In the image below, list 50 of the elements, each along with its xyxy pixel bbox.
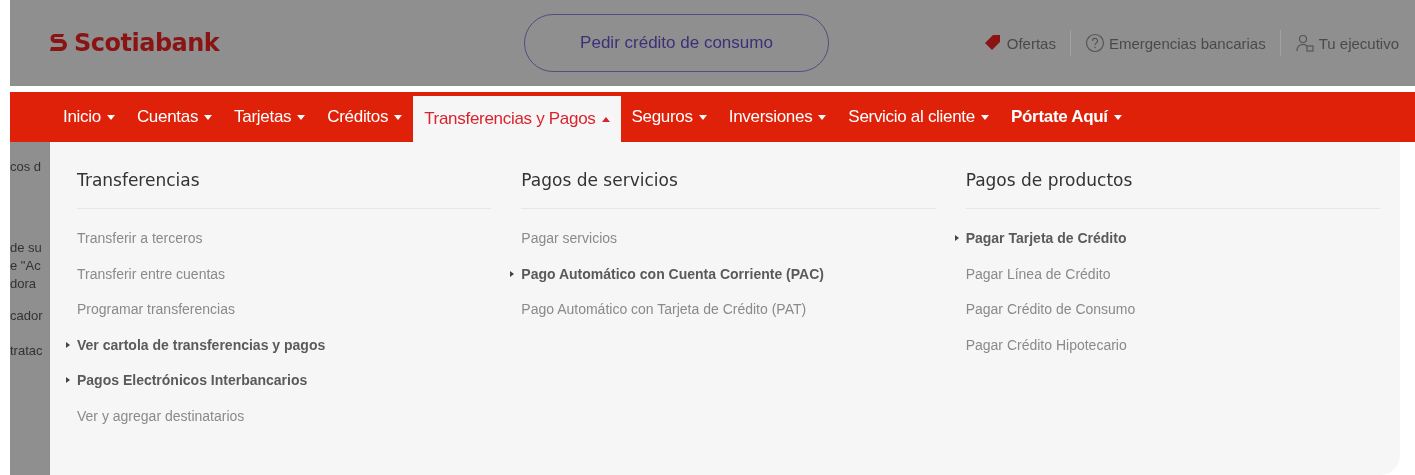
caret-icon	[204, 114, 213, 120]
caret-icon	[394, 114, 403, 120]
menu-heading: Pagos de productos	[965, 162, 1380, 209]
help-icon	[1084, 33, 1105, 53]
page-text-fragment: de su	[10, 239, 42, 257]
menu-link[interactable]: Pagar Crédito Hipotecario	[965, 335, 1380, 354]
nav-tab[interactable]: Transferencias y Pagos	[413, 96, 621, 142]
menu-link[interactable]: Pagar Línea de Crédito	[965, 264, 1380, 283]
nav-tab[interactable]: Inicio	[52, 92, 126, 142]
menu-link[interactable]: Pago Automático con Tarjeta de Crédito (PAT)	[521, 300, 936, 318]
menu-link[interactable]: Pagar servicios	[521, 229, 936, 247]
page-text-fragment: e "Ac	[10, 257, 41, 275]
page-text-fragment: cos d	[10, 158, 42, 176]
page-text-fragment: tratac	[10, 342, 43, 360]
menu-link[interactable]: Transferir entre cuentas	[77, 264, 492, 283]
nav-tab[interactable]: Créditos	[316, 92, 414, 142]
menu-link[interactable]: Pago Automático con Cuenta Corriente (PAC)	[521, 264, 936, 283]
menu-link[interactable]: Programar transferencias	[77, 300, 492, 318]
header-link[interactable]: Emergencias bancarias	[1084, 33, 1266, 53]
caret-icon	[698, 114, 707, 120]
bullet-icon	[66, 341, 70, 348]
person-icon	[1294, 33, 1315, 53]
nav-tab[interactable]: Servicio al cliente	[837, 92, 1000, 142]
page-text-fragment: cador	[10, 307, 43, 325]
caret-icon	[297, 114, 306, 120]
menu-link[interactable]: Ver y agregar destinatarios	[77, 406, 492, 425]
nav-tab[interactable]: Pórtate Aquí	[999, 92, 1133, 142]
bullet-icon	[510, 270, 515, 277]
caret-icon	[818, 114, 827, 120]
header-link[interactable]: Ofertas	[982, 33, 1056, 53]
nav-tab[interactable]: Inversiones	[717, 92, 838, 142]
menu-heading: Pagos de servicios	[521, 162, 936, 209]
menu-link[interactable]: Pagar Crédito de Consumo	[965, 300, 1380, 318]
bullet-icon	[66, 377, 70, 383]
header-link[interactable]: Tu ejecutivo	[1294, 33, 1399, 53]
menu-link[interactable]: Transferir a terceros	[77, 229, 492, 247]
caret-icon	[1113, 114, 1122, 120]
caret-icon	[980, 114, 989, 120]
menu-heading: Transferencias	[77, 162, 492, 209]
logo-text[interactable]: Scotiabank	[74, 29, 220, 57]
menu-link[interactable]: Pagar Tarjeta de Crédito	[965, 229, 1380, 247]
menu-link[interactable]: Pagos Electrónicos Interbancarios	[77, 371, 492, 389]
nav-tab[interactable]: Cuentas	[125, 92, 224, 142]
menu-link[interactable]: Ver cartola de transferencias y pagos	[77, 335, 492, 354]
nav-tab[interactable]: Seguros	[620, 92, 718, 142]
bullet-icon	[954, 235, 959, 241]
page-text-fragment: dora	[10, 275, 37, 293]
caret-icon	[106, 114, 115, 120]
nav-tab[interactable]: Tarjetas	[223, 92, 317, 142]
caret-icon	[601, 116, 610, 122]
